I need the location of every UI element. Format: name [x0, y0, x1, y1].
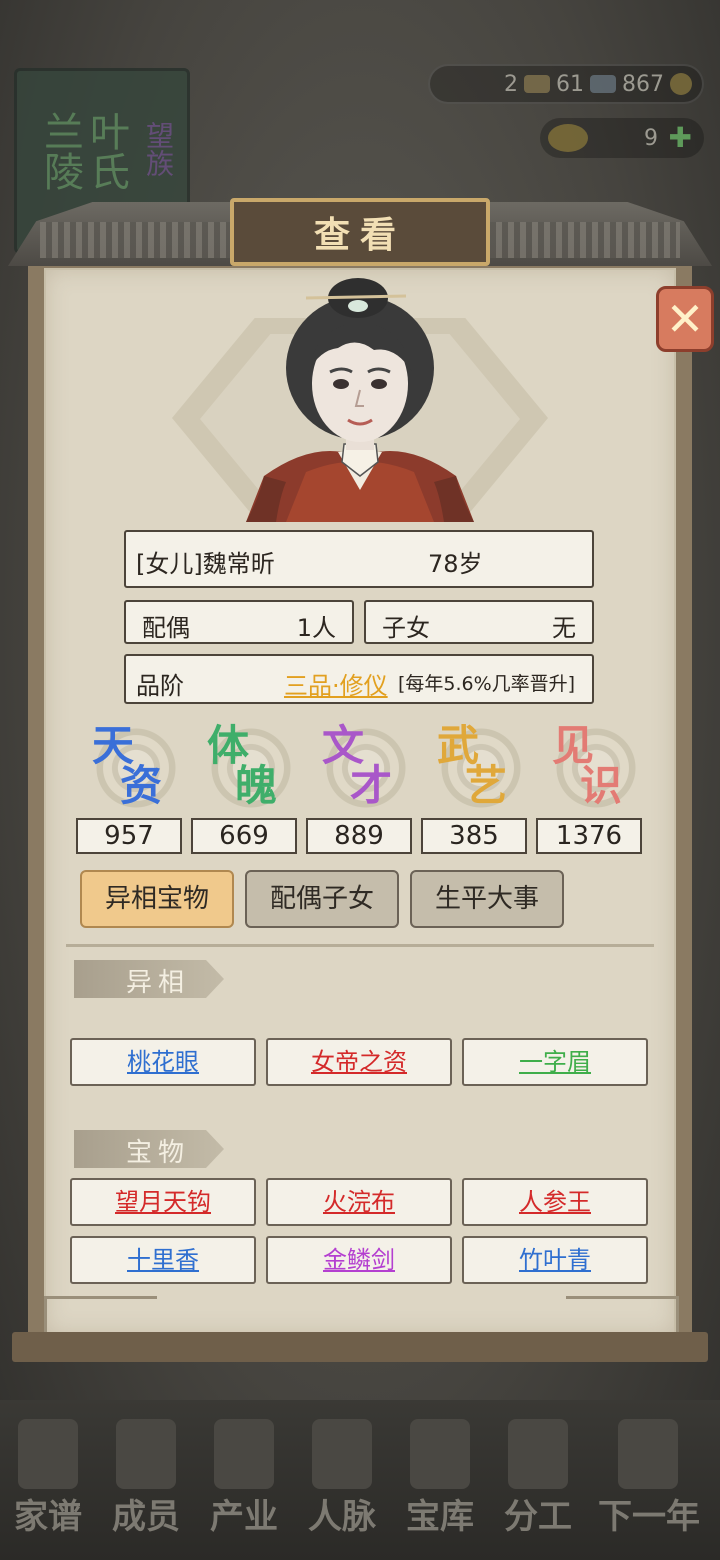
nav-next-year[interactable]: 下一年 [584, 1419, 714, 1538]
treasure-item[interactable]: 十里香 [70, 1236, 256, 1284]
nav-property[interactable]: 产业 [196, 1419, 292, 1538]
add-icon: ✚ [668, 121, 692, 154]
nav-members[interactable]: 成员 [98, 1419, 194, 1538]
ingot-icon [548, 124, 588, 152]
gold-count: 2 [504, 71, 518, 97]
tab-spouse-children[interactable]: 配偶子女 [245, 870, 399, 928]
attr-talent-char-2: 资 [120, 761, 163, 810]
tab-traits-treasures[interactable]: 异相宝物 [80, 870, 234, 928]
dialog-title: 查看 [313, 214, 406, 256]
traits-section-header: 异相 [74, 960, 224, 998]
property-icon [214, 1419, 274, 1489]
attr-martial-value: 385 [421, 818, 527, 854]
nav-assign[interactable]: 分工 [490, 1419, 586, 1538]
traits-section-title: 异相 [126, 968, 191, 998]
treasure-item[interactable]: 火浣布 [266, 1178, 452, 1226]
nav-assign-label: 分工 [504, 1497, 572, 1537]
treasures-section-title: 宝物 [126, 1138, 191, 1168]
currency-bar: 2 61 867 [428, 64, 704, 104]
rank-link[interactable]: 三品·修仪 [284, 666, 388, 701]
coin-icon [670, 73, 692, 95]
dialog-title-plate: 查看 [230, 198, 490, 266]
nav-next-year-label: 下一年 [598, 1497, 700, 1537]
treasure-item[interactable]: 竹叶青 [462, 1236, 648, 1284]
family-banner-text-2: 叶氏 [83, 111, 129, 191]
token-bar: 9 ✚ [540, 118, 704, 158]
spouse-row: 配偶 1人 [124, 600, 354, 644]
close-button[interactable]: ✕ [656, 286, 714, 352]
trait-item[interactable]: 一字眉 [462, 1038, 648, 1086]
attr-physique-value: 669 [191, 818, 297, 854]
nav-members-label: 成员 [112, 1497, 180, 1537]
trait-item[interactable]: 女帝之资 [266, 1038, 452, 1086]
token-count: 9 [644, 125, 658, 151]
treasury-icon [410, 1419, 470, 1489]
attr-insight-value: 1376 [536, 818, 642, 854]
silver-bar-icon [590, 75, 616, 93]
person-age: 78岁 [428, 550, 483, 578]
children-value: 无 [552, 614, 576, 642]
rank-promotion-note: [每年5.6%几率晋升] [398, 673, 576, 695]
rank-row: 品阶 三品·修仪 [每年5.6%几率晋升] [124, 654, 594, 704]
nav-treasury-label: 宝库 [406, 1497, 474, 1537]
attr-physique-char-2: 魄 [235, 761, 278, 810]
section-divider [66, 944, 654, 947]
nav-genealogy[interactable]: 家谱 [0, 1419, 96, 1538]
attr-insight: 见 识 1376 [536, 720, 642, 854]
members-icon [116, 1419, 176, 1489]
silver-count: 61 [556, 71, 584, 97]
attr-talent-value: 957 [76, 818, 182, 854]
attr-physique: 体 魄 669 [191, 720, 297, 854]
person-name: [女儿]魏常昕 [136, 550, 275, 578]
nav-genealogy-label: 家谱 [14, 1497, 82, 1537]
treasures-section-header: 宝物 [74, 1130, 224, 1168]
assign-icon [508, 1419, 568, 1489]
attr-literacy: 文 才 889 [306, 720, 412, 854]
bottom-nav: 家谱 成员 产业 人脉 宝库 分工 下一年 [0, 1400, 720, 1560]
tab-life-events[interactable]: 生平大事 [410, 870, 564, 928]
children-label: 子女 [382, 614, 430, 642]
children-row: 子女 无 [364, 600, 594, 644]
coin-count: 867 [622, 71, 664, 97]
close-icon: ✕ [665, 292, 705, 346]
treasure-item[interactable]: 望月天钩 [70, 1178, 256, 1226]
spouse-label: 配偶 [142, 614, 190, 642]
attr-literacy-char-2: 才 [350, 761, 393, 810]
gold-bar-icon [524, 75, 550, 93]
family-banner-text-1: 兰陵 [37, 111, 83, 191]
nav-network[interactable]: 人脉 [294, 1419, 390, 1538]
name-age-row: [女儿]魏常昕 78岁 [124, 530, 594, 588]
attr-martial-char-2: 艺 [465, 761, 508, 810]
nav-treasury[interactable]: 宝库 [392, 1419, 488, 1538]
rank-label: 品阶 [136, 672, 184, 700]
character-portrait [246, 278, 474, 522]
nav-property-label: 产业 [210, 1497, 278, 1537]
treasure-item[interactable]: 金鳞剑 [266, 1236, 452, 1284]
spouse-value: 1人 [296, 614, 336, 642]
attr-literacy-value: 889 [306, 818, 412, 854]
genealogy-icon [18, 1419, 78, 1489]
nav-network-label: 人脉 [308, 1497, 376, 1537]
treasure-item[interactable]: 人参王 [462, 1178, 648, 1226]
attr-talent: 天 资 957 [76, 720, 182, 854]
attr-martial: 武 艺 385 [421, 720, 527, 854]
dialog-bottom-rod [12, 1332, 708, 1362]
family-banner-text-3: 望族 [142, 121, 175, 177]
network-icon [312, 1419, 372, 1489]
next-year-icon [618, 1419, 678, 1489]
attr-insight-char-2: 识 [580, 761, 623, 810]
trait-item[interactable]: 桃花眼 [70, 1038, 256, 1086]
